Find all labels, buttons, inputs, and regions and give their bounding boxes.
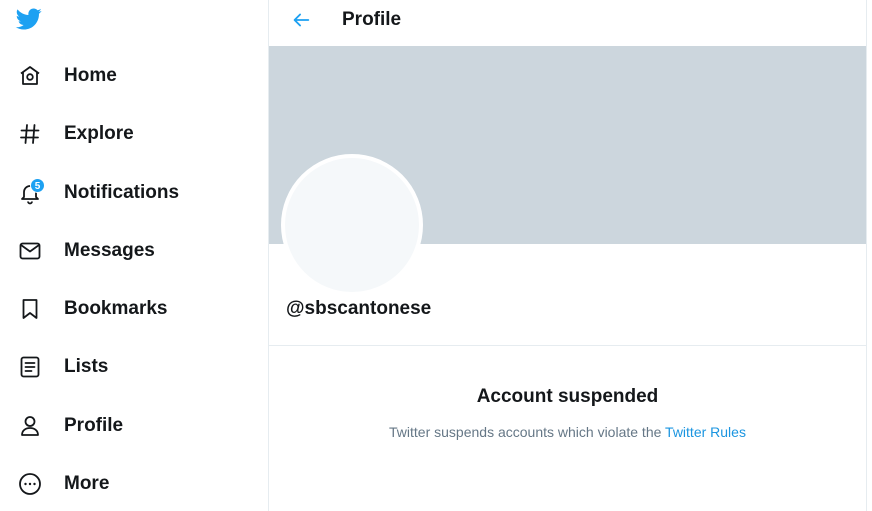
profile-handle: @sbscantonese	[286, 298, 432, 319]
sidebar-item-label: Messages	[64, 240, 155, 261]
sidebar-nav: Home Explore 5 Notifications Messages Bo…	[0, 0, 268, 511]
sidebar-item-lists[interactable]: Lists	[10, 345, 122, 389]
sidebar-item-explore[interactable]: Explore	[10, 112, 148, 156]
sidebar-item-messages[interactable]: Messages	[10, 229, 169, 273]
sidebar-item-more[interactable]: More	[10, 462, 123, 506]
envelope-icon	[10, 231, 50, 271]
sidebar-item-home[interactable]: Home	[10, 54, 131, 98]
divider	[269, 345, 866, 346]
sidebar-item-label: Bookmarks	[64, 298, 168, 319]
sidebar-item-profile[interactable]: Profile	[10, 404, 137, 448]
hashtag-icon	[10, 114, 50, 154]
twitter-bird-icon[interactable]	[14, 6, 44, 32]
home-icon	[10, 56, 50, 96]
sidebar-item-label: Notifications	[64, 182, 180, 203]
sidebar-item-label: More	[64, 473, 110, 494]
twitter-rules-link[interactable]: Twitter Rules	[665, 424, 746, 440]
sidebar-item-bookmarks[interactable]: Bookmarks	[10, 287, 182, 331]
list-icon	[10, 347, 50, 387]
back-button[interactable]	[285, 6, 317, 38]
profile-header: Profile	[269, 0, 866, 46]
bell-icon: 5	[10, 173, 50, 213]
person-icon	[10, 406, 50, 446]
page-title: Profile	[342, 9, 402, 30]
sidebar-item-label: Home	[64, 65, 117, 86]
suspended-message-text: Twitter suspends accounts which violate …	[389, 424, 662, 440]
more-icon	[10, 464, 50, 504]
avatar[interactable]	[281, 154, 423, 296]
sidebar-item-label: Explore	[64, 123, 134, 144]
suspended-message: Twitter suspends accounts which violate …	[269, 424, 866, 440]
notification-badge: 5	[30, 178, 45, 193]
sidebar-item-label: Lists	[64, 356, 109, 377]
bookmark-icon	[10, 289, 50, 329]
sidebar-item-label: Profile	[64, 415, 124, 436]
profile-column: Profile @sbscantonese Account suspended …	[268, 0, 867, 511]
sidebar-item-notifications[interactable]: 5 Notifications	[10, 171, 193, 215]
arrow-left-icon	[290, 9, 312, 36]
suspended-title: Account suspended	[476, 386, 659, 407]
